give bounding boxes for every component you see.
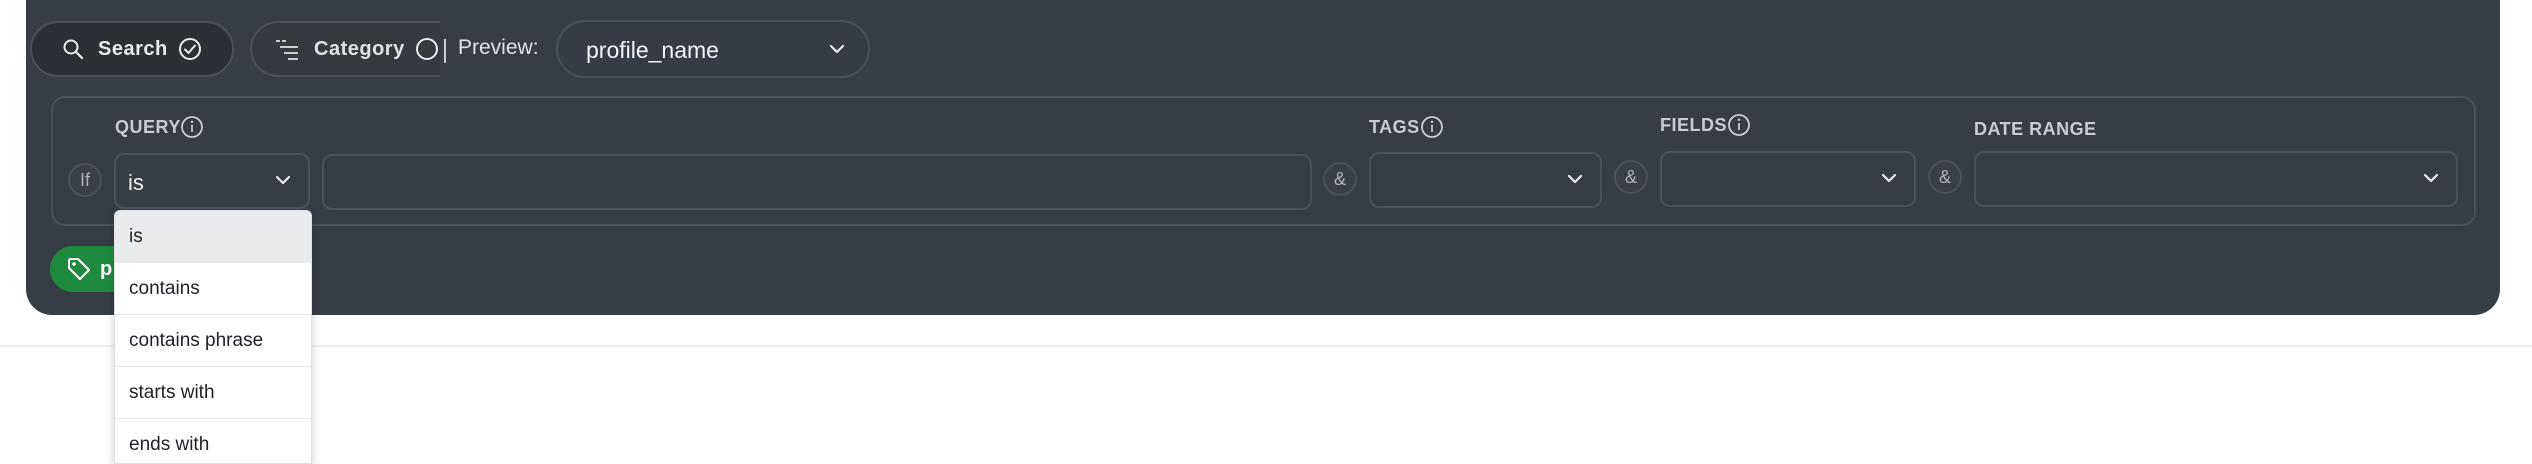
search-mode-label: Search (98, 37, 168, 60)
dropdown-option-is[interactable]: is (115, 211, 311, 263)
empty-circle-icon (415, 37, 439, 61)
query-column-label: QUERY (115, 117, 181, 137)
tags-select[interactable] (1369, 152, 1602, 208)
filter-lines-icon (274, 38, 300, 60)
query-operator-value: is (128, 170, 144, 195)
query-value-input[interactable] (322, 154, 1312, 210)
if-connector: If (68, 163, 102, 197)
preview-field-value: profile_name (586, 37, 719, 63)
query-operator-select[interactable]: is (114, 153, 310, 209)
fields-column-label: FIELDS (1660, 115, 1728, 135)
and-connector: & (1928, 160, 1962, 194)
chevron-down-icon (1880, 171, 1898, 189)
dropdown-option-contains[interactable]: contains (115, 263, 311, 315)
info-icon[interactable] (1420, 115, 1444, 144)
query-operator-dropdown: is contains contains phrase starts with … (114, 210, 312, 464)
chevron-down-icon (1566, 172, 1584, 190)
toolbar-separator (444, 39, 446, 63)
date-range-column-label: DATE RANGE (1974, 119, 2097, 139)
tags-column-label: TAGS (1369, 117, 1420, 137)
chevron-down-icon (2422, 171, 2440, 189)
dropdown-option-contains-phrase[interactable]: contains phrase (115, 315, 311, 367)
dropdown-option-starts-with[interactable]: starts with (115, 367, 311, 419)
preview-field-select[interactable]: profile_name (556, 20, 870, 78)
tag-icon (66, 256, 92, 282)
chevron-down-icon (274, 173, 292, 191)
category-tag-text: p (100, 257, 113, 280)
search-icon (62, 38, 84, 60)
fields-select[interactable] (1660, 151, 1916, 207)
search-mode-button[interactable]: Search (30, 21, 234, 77)
divider (0, 345, 2532, 347)
and-connector: & (1614, 160, 1648, 194)
and-connector: & (1323, 162, 1357, 196)
info-icon[interactable] (1727, 113, 1751, 142)
chevron-down-icon (828, 42, 846, 60)
category-mode-label: Category (314, 37, 405, 60)
dropdown-option-ends-with[interactable]: ends with (115, 419, 311, 463)
date-range-select[interactable] (1974, 151, 2458, 207)
preview-label: Preview: (458, 36, 539, 59)
category-mode-button[interactable]: Category (250, 21, 440, 77)
info-icon[interactable] (180, 115, 204, 144)
check-circle-icon (178, 37, 202, 61)
